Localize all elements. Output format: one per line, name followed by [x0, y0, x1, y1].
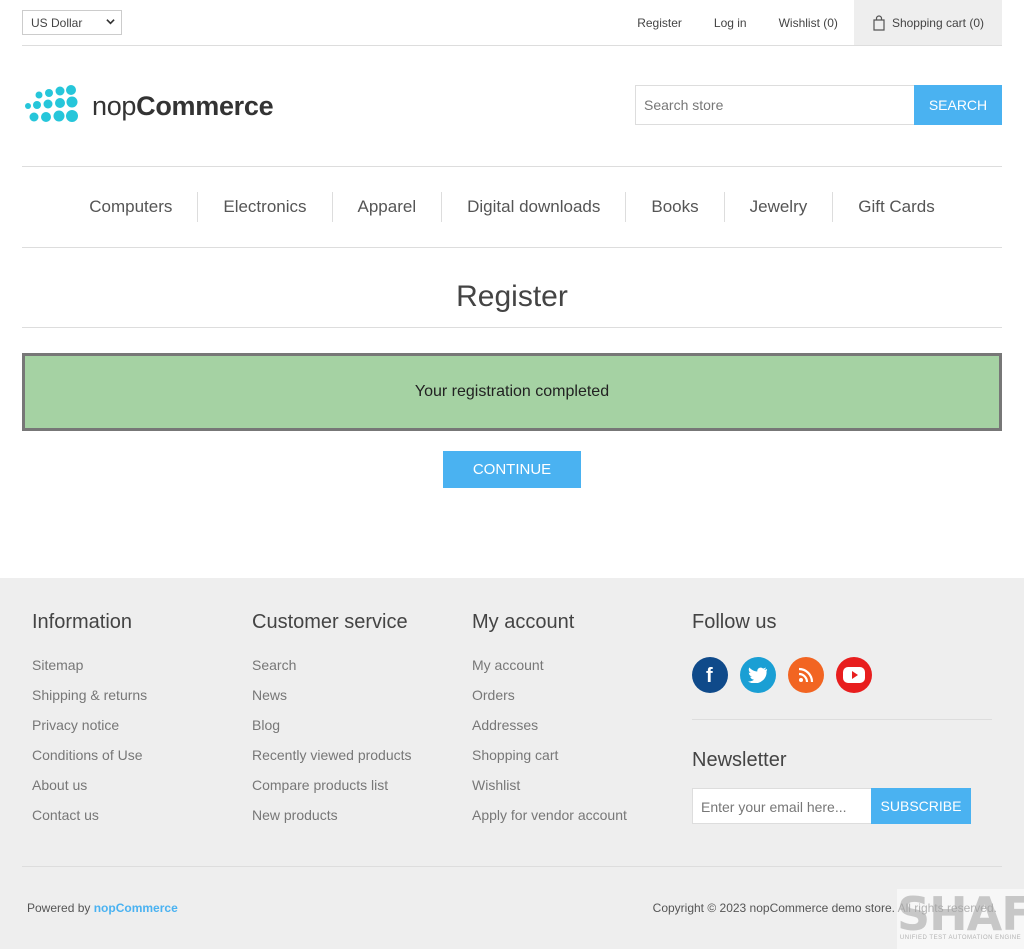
logo-text: nopCommerce — [92, 90, 274, 122]
footer-divider — [692, 719, 992, 720]
search-button[interactable]: SEARCH — [914, 85, 1002, 125]
footer-link-news[interactable]: News — [252, 687, 412, 717]
wishlist-link[interactable]: Wishlist (0) — [779, 16, 838, 30]
footer-customer-service-title: Customer service — [252, 611, 408, 633]
shopping-bag-icon — [873, 14, 885, 31]
register-link[interactable]: Register — [637, 16, 682, 30]
social-icons: f — [692, 657, 872, 693]
continue-button[interactable]: CONTINUE — [443, 451, 581, 488]
shopping-cart-link[interactable]: Shopping cart (0) — [853, 0, 1002, 45]
powered-by-prefix: Powered by — [27, 901, 91, 915]
footer-information-title: Information — [32, 611, 133, 633]
footer-link-compare-products[interactable]: Compare products list — [252, 777, 412, 807]
newsletter-title: Newsletter — [692, 749, 787, 771]
footer-my-account-title: My account — [472, 611, 575, 633]
powered-by: Powered by nopCommerce — [27, 901, 178, 915]
top-menu: Computers Electronics Apparel Digital do… — [22, 166, 1002, 248]
footer-bottom-divider — [22, 866, 1002, 867]
logo-dots-icon — [25, 85, 78, 122]
menu-item-electronics[interactable]: Electronics — [197, 192, 331, 222]
footer-customer-service-column: Customer service Search News Blog Recent… — [252, 611, 412, 837]
shaft-watermark: SHAFT UNIFIED TEST AUTOMATION ENGINE — [897, 889, 1024, 949]
footer-link-blog[interactable]: Blog — [252, 717, 412, 747]
page-title: Register — [22, 280, 1002, 328]
footer-follow-us-column: Follow us f — [692, 611, 872, 693]
footer-link-recently-viewed[interactable]: Recently viewed products — [252, 747, 412, 777]
menu-item-computers[interactable]: Computers — [64, 192, 197, 222]
footer-link-wishlist[interactable]: Wishlist — [472, 777, 627, 807]
footer-link-shipping-returns[interactable]: Shipping & returns — [32, 687, 147, 717]
footer-link-contact-us[interactable]: Contact us — [32, 807, 147, 837]
menu-item-jewelry[interactable]: Jewelry — [723, 192, 833, 222]
facebook-icon[interactable]: f — [692, 657, 728, 693]
menu-item-digital-downloads[interactable]: Digital downloads — [441, 192, 625, 222]
watermark-subtitle: UNIFIED TEST AUTOMATION ENGINE — [899, 935, 1022, 941]
footer-link-about-us[interactable]: About us — [32, 777, 147, 807]
footer-follow-us-title: Follow us — [692, 611, 777, 633]
svg-text:f: f — [706, 665, 713, 685]
search-input[interactable]: Search store — [635, 85, 915, 125]
footer-link-conditions-of-use[interactable]: Conditions of Use — [32, 747, 147, 777]
footer-link-shopping-cart[interactable]: Shopping cart — [472, 747, 627, 777]
menu-item-books[interactable]: Books — [625, 192, 723, 222]
footer-link-my-account[interactable]: My account — [472, 657, 627, 687]
footer-link-orders[interactable]: Orders — [472, 687, 627, 717]
store-logo[interactable]: nopCommerce — [24, 84, 274, 128]
registration-result-message: Your registration completed — [22, 353, 1002, 431]
menu-item-apparel[interactable]: Apparel — [331, 192, 442, 222]
currency-selected-value: US Dollar — [31, 16, 83, 30]
login-link[interactable]: Log in — [714, 16, 747, 30]
watermark-title: SHAFT — [897, 887, 1024, 941]
footer-link-apply-vendor[interactable]: Apply for vendor account — [472, 807, 627, 837]
logo-text-light: nop — [92, 90, 137, 121]
shopping-cart-label: Shopping cart (0) — [891, 15, 984, 30]
footer-link-search[interactable]: Search — [252, 657, 412, 687]
footer-link-addresses[interactable]: Addresses — [472, 717, 627, 747]
powered-by-link[interactable]: nopCommerce — [94, 901, 178, 915]
menu-item-gift-cards[interactable]: Gift Cards — [832, 192, 960, 222]
twitter-icon[interactable] — [740, 657, 776, 693]
newsletter-email-input[interactable]: Enter your email here... — [692, 788, 872, 824]
rss-icon[interactable] — [788, 657, 824, 693]
footer-link-new-products[interactable]: New products — [252, 807, 412, 837]
footer-link-privacy-notice[interactable]: Privacy notice — [32, 717, 147, 747]
youtube-icon[interactable] — [836, 657, 872, 693]
header-links: Register Log in Wishlist (0) Shopping ca… — [621, 0, 1002, 45]
header-top-bar: US Dollar Register Log in Wishlist (0) S… — [22, 0, 1002, 46]
footer-link-sitemap[interactable]: Sitemap — [32, 657, 147, 687]
footer-my-account-column: My account My account Orders Addresses S… — [472, 611, 627, 837]
currency-selector[interactable]: US Dollar — [22, 10, 122, 35]
logo-text-bold: Commerce — [136, 90, 274, 121]
subscribe-button[interactable]: SUBSCRIBE — [871, 788, 971, 824]
footer-information-column: Information Sitemap Shipping & returns P… — [32, 611, 147, 837]
chevron-down-icon — [106, 19, 115, 25]
